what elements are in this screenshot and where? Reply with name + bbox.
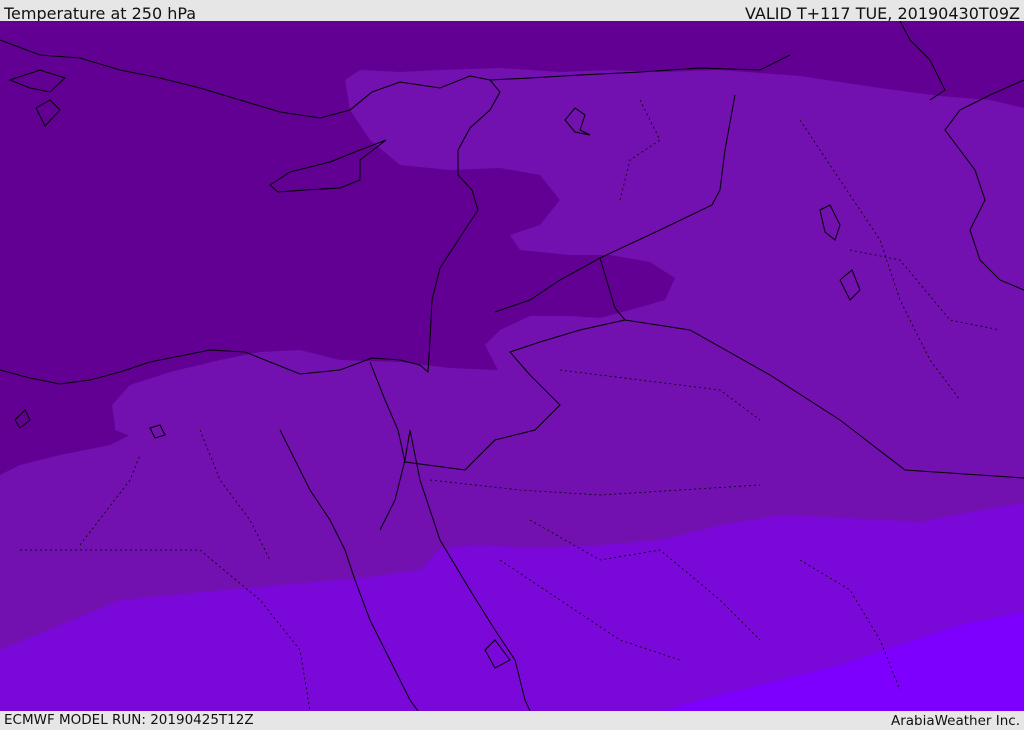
model-run-label: ECMWF MODEL RUN: 20190425T12Z xyxy=(4,712,254,728)
temperature-map[interactable] xyxy=(0,21,1024,711)
map-header: Temperature at 250 hPa VALID T+117 TUE, … xyxy=(0,0,1024,23)
map-canvas xyxy=(0,21,1024,711)
credit-label: ArabiaWeather Inc. xyxy=(890,713,1020,729)
map-footer: ECMWF MODEL RUN: 20190425T12Z ArabiaWeat… xyxy=(0,711,1024,729)
